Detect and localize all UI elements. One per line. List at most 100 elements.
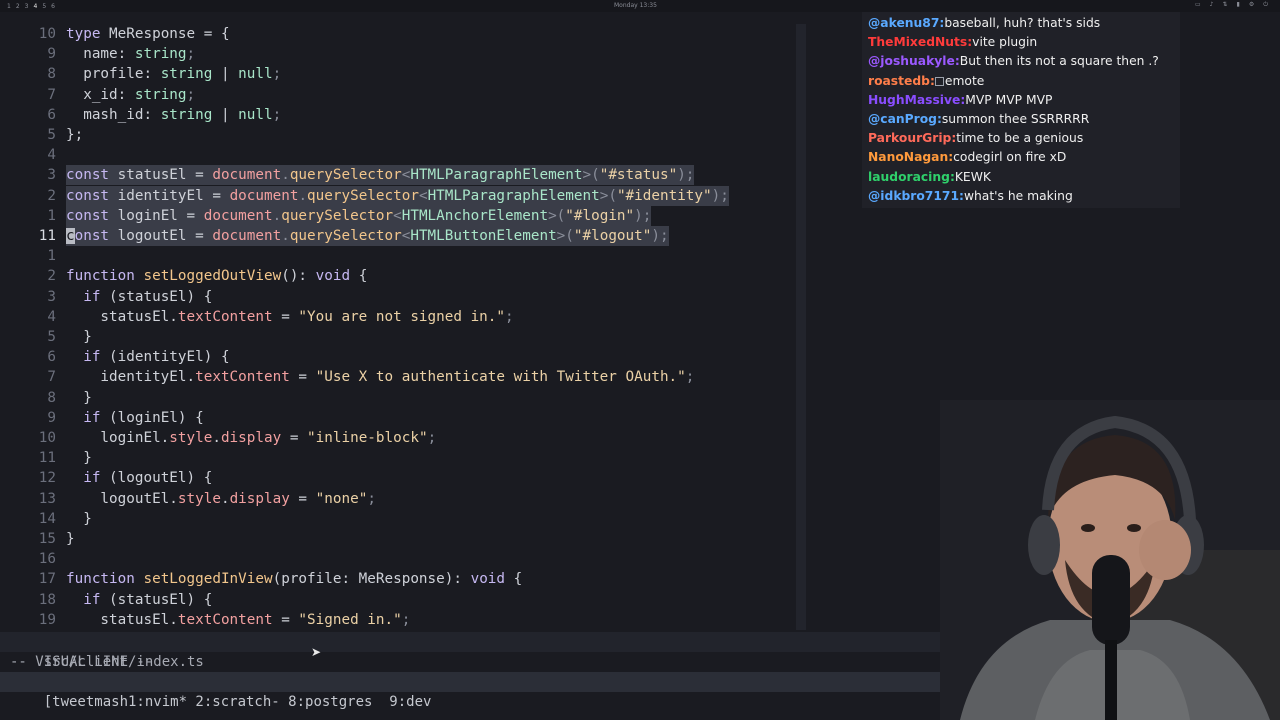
settings-icon[interactable]: ⚙: [1249, 1, 1254, 9]
code-token: null: [238, 106, 273, 123]
code-line[interactable]: 6 mash_id: string | null;: [0, 105, 800, 125]
code-line[interactable]: 8 profile: string | null;: [0, 64, 800, 84]
chat-message: laudoracing:KEWK: [868, 168, 1174, 187]
code-text: logoutEl.style.display = "none";: [66, 489, 376, 509]
code-token: >(: [548, 207, 566, 224]
line-number: 4: [47, 308, 56, 325]
workspace-5[interactable]: 5: [42, 3, 46, 10]
code-token: loginEl.: [66, 430, 170, 446]
code-line[interactable]: 7 identityEl.textContent = "Use X to aut…: [0, 367, 800, 387]
battery-icon[interactable]: ▮: [1237, 1, 1240, 9]
code-line[interactable]: 11 const logoutEl = document.querySelecto…: [0, 226, 800, 246]
chat-username: @canProg:: [868, 111, 942, 126]
code-line[interactable]: 2 const identityEl = document.querySelect…: [0, 185, 800, 206]
code-token: mash_id:: [66, 106, 161, 123]
code-token: querySelector: [289, 228, 402, 244]
line-number: 2: [47, 187, 56, 204]
code-line[interactable]: 10 loginEl.style.display = "inline-block…: [0, 428, 800, 448]
chat-username: @idkbro7171:: [868, 188, 964, 203]
code-line[interactable]: 4: [0, 145, 800, 165]
line-number: 8: [47, 66, 56, 83]
code-token: "Signed in.": [298, 611, 402, 628]
code-text: x_id: string;: [66, 85, 195, 105]
code-text: const loginEl = document.querySelector<H…: [66, 205, 652, 226]
mode-indicator: -- VISUAL LINE --: [10, 654, 154, 670]
code-token: "none": [315, 490, 368, 507]
code-token: .: [272, 207, 282, 224]
workspace-2[interactable]: 2: [16, 3, 20, 10]
code-editor[interactable]: 10 type MeResponse = {9 name: string; 8 pr…: [0, 24, 800, 632]
code-token: HTMLAnchorElement: [401, 207, 549, 224]
code-token: loginEl =: [109, 207, 204, 224]
code-line[interactable]: 12 if (logoutEl) {: [0, 468, 800, 488]
code-token: "inline-block": [307, 430, 428, 446]
code-token: }: [66, 329, 92, 345]
code-text: }: [66, 529, 75, 549]
code-token: .: [281, 228, 290, 244]
code-line[interactable]: 1 const loginEl = document.querySelector<…: [0, 205, 800, 226]
code-token: );: [711, 187, 729, 204]
code-line[interactable]: 5 }: [0, 327, 800, 347]
code-token: .: [212, 430, 221, 446]
workspace-6[interactable]: 6: [51, 3, 55, 10]
code-token: if: [83, 470, 101, 487]
code-line[interactable]: 11 }: [0, 448, 800, 468]
code-token: (loginEl) {: [100, 409, 204, 426]
code-line[interactable]: 14 }: [0, 509, 800, 529]
code-token: "#identity": [616, 187, 712, 204]
code-token: HTMLParagraphElement: [410, 167, 583, 184]
code-text: if (statusEl) {: [66, 287, 212, 307]
code-line[interactable]: 10 type MeResponse = {: [0, 24, 800, 44]
code-line[interactable]: 1: [0, 246, 800, 266]
code-token: string: [160, 66, 213, 83]
code-line[interactable]: 6 if (identityEl) {: [0, 347, 800, 367]
code-token: statusEl.: [66, 611, 178, 628]
code-token: HTMLButtonElement: [410, 228, 557, 244]
chat-username: @akenu87:: [868, 16, 945, 30]
code-line[interactable]: 7 x_id: string;: [0, 85, 800, 105]
code-line[interactable]: 16: [0, 549, 800, 569]
code-token: <: [418, 187, 428, 204]
volume-icon[interactable]: ♪: [1210, 1, 1214, 9]
code-token: setLoggedOutView: [143, 268, 282, 285]
code-token: profile:: [66, 66, 161, 83]
line-number: 3: [47, 167, 56, 184]
text-cursor: c: [66, 228, 75, 244]
code-token: textContent: [195, 369, 290, 386]
code-token: "Use X to authenticate with Twitter OAut…: [315, 369, 686, 386]
code-line[interactable]: 17 function setLoggedInView(profile: MeRe…: [0, 569, 800, 589]
tmux-window-list[interactable]: [tweetmash1:nvim* 2:scratch- 8:postgres …: [44, 694, 432, 710]
code-token: "You are not signed in.": [298, 308, 506, 325]
chat-text: MVP MVP MVP: [965, 92, 1053, 107]
code-line[interactable]: 18 if (statusEl) {: [0, 590, 800, 610]
workspace-4[interactable]: 4: [33, 3, 37, 10]
system-tray: ▭ ♪ ⇅ ▮ ⚙ ⏻: [1195, 1, 1268, 9]
code-token: >(: [582, 167, 600, 184]
code-line[interactable]: 4 statusEl.textContent = "You are not si…: [0, 307, 800, 327]
workspace-1[interactable]: 1: [7, 3, 11, 10]
code-line[interactable]: 2 function setLoggedOutView(): void {: [0, 266, 800, 286]
code-line[interactable]: 9 if (loginEl) {: [0, 408, 800, 428]
code-text: const logoutEl = document.querySelector<…: [66, 226, 669, 246]
mouse-pointer-icon: ➤: [311, 645, 322, 659]
code-token: {: [350, 268, 368, 285]
code-line[interactable]: 8 }: [0, 388, 800, 408]
chat-text: time to be a genious: [956, 131, 1084, 146]
line-number: 7: [47, 369, 56, 386]
code-line[interactable]: 9 name: string;: [0, 44, 800, 64]
code-token: HTMLParagraphElement: [427, 187, 600, 204]
code-line[interactable]: 13 logoutEl.style.display = "none";: [0, 489, 800, 509]
monitor-icon[interactable]: ▭: [1195, 1, 1201, 9]
line-number: 4: [47, 147, 56, 164]
code-line[interactable]: 19 statusEl.textContent = "Signed in.";: [0, 610, 800, 630]
network-icon[interactable]: ⇅: [1223, 1, 1228, 9]
code-token: display: [229, 490, 290, 507]
code-text: statusEl.textContent = "Signed in.";: [66, 610, 410, 630]
workspace-3[interactable]: 3: [25, 3, 29, 10]
chat-text: But then its not a square then .?: [959, 54, 1159, 69]
code-line[interactable]: 15}: [0, 529, 800, 549]
code-line[interactable]: 3 if (statusEl) {: [0, 287, 800, 307]
code-line[interactable]: 3 const statusEl = document.querySelector…: [0, 165, 800, 186]
power-icon[interactable]: ⏻: [1263, 1, 1268, 9]
code-line[interactable]: 5};: [0, 125, 800, 145]
